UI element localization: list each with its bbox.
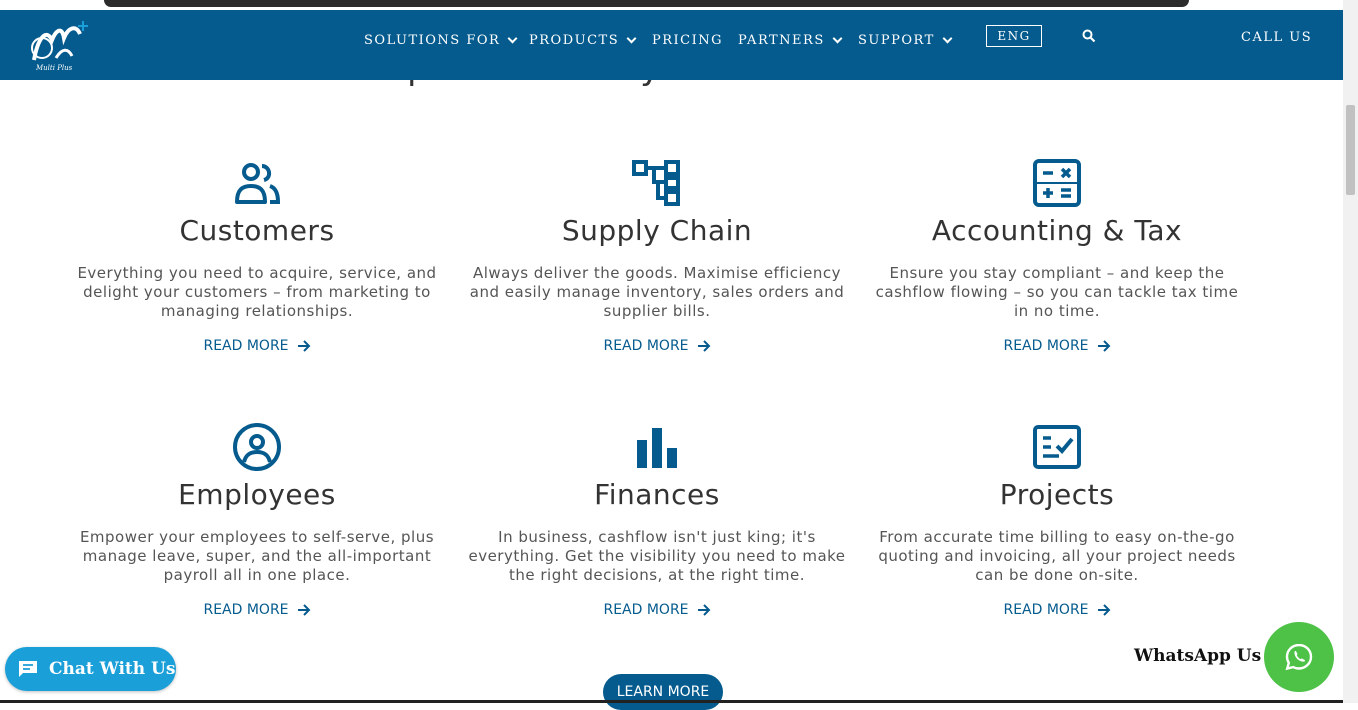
card-title: Projects <box>999 478 1115 511</box>
card-description: Everything you need to acquire, service,… <box>77 264 437 320</box>
nav-partners[interactable]: PARTNERS <box>738 30 843 50</box>
read-more-link[interactable]: READ MORE <box>457 602 857 618</box>
read-more-link[interactable]: READ MORE <box>457 338 857 354</box>
arrow-right-icon <box>297 604 310 616</box>
card-title: Accounting & Tax <box>931 214 1183 247</box>
chevron-down-icon <box>942 33 953 43</box>
card-title: Supply Chain <box>561 214 753 247</box>
scrollbar-thumb[interactable] <box>1346 105 1355 195</box>
language-selector[interactable]: ENG <box>986 25 1042 47</box>
chevron-down-icon <box>832 33 843 43</box>
whatsapp-icon <box>1285 643 1313 671</box>
read-more-link[interactable]: READ MORE <box>857 338 1257 354</box>
page-scrollbar[interactable] <box>1343 0 1358 703</box>
call-us-link[interactable]: CALL US <box>1241 30 1312 45</box>
card-title: Customers <box>179 214 335 247</box>
card-description: Ensure you stay compliant – and keep the… <box>875 264 1239 320</box>
arrow-right-icon <box>297 340 310 352</box>
workflow-icon <box>632 158 682 208</box>
browser-top-strip <box>0 0 1358 10</box>
read-more-label: READ MORE <box>603 602 689 618</box>
read-more-link[interactable]: READ MORE <box>57 338 457 354</box>
card-title: Finances <box>594 478 720 511</box>
chat-label: Chat With Us <box>49 659 176 679</box>
arrow-right-icon <box>1097 604 1110 616</box>
user-circle-icon <box>232 422 282 472</box>
read-more-label: READ MORE <box>203 338 289 354</box>
arrow-right-icon <box>1097 340 1110 352</box>
nav-label: PARTNERS <box>738 32 825 48</box>
chat-with-us-button[interactable]: Chat With Us <box>5 647 176 691</box>
chevron-down-icon <box>507 33 518 43</box>
nav-products[interactable]: PRODUCTS <box>529 30 637 50</box>
nav-label: SOLUTIONS FOR <box>364 32 501 48</box>
checklist-icon <box>1032 422 1082 472</box>
nav-label: SUPPORT <box>858 32 935 48</box>
arrow-right-icon <box>697 604 710 616</box>
card-title: Employees <box>178 478 336 511</box>
read-more-label: READ MORE <box>1003 602 1089 618</box>
chevron-down-icon <box>626 33 637 43</box>
logo-text: Multi Plus <box>36 64 73 72</box>
read-more-label: READ MORE <box>1003 338 1089 354</box>
learn-more-button[interactable]: LEARN MORE <box>603 674 723 710</box>
read-more-link[interactable]: READ MORE <box>57 602 457 618</box>
nav-support[interactable]: SUPPORT <box>858 30 953 50</box>
bar-chart-icon <box>632 422 682 472</box>
search-icon[interactable] <box>1082 28 1096 43</box>
users-icon <box>232 158 282 208</box>
whatsapp-label[interactable]: WhatsApp Us <box>1134 646 1261 666</box>
nav-pricing[interactable]: PRICING <box>652 30 723 50</box>
card-description: From accurate time billing to easy on-th… <box>878 528 1236 584</box>
calculator-icon <box>1032 158 1082 208</box>
top-navbar: Multi Plus SOLUTIONS FOR PRODUCTS PRICIN… <box>0 10 1343 80</box>
nav-solutions-for[interactable]: SOLUTIONS FOR <box>364 30 518 50</box>
whatsapp-button[interactable] <box>1264 622 1334 692</box>
nav-label: PRODUCTS <box>529 32 620 48</box>
card-description: Always deliver the goods. Maximise effic… <box>469 264 845 320</box>
card-description: Empower your employees to self-serve, pl… <box>79 528 435 584</box>
read-more-label: READ MORE <box>203 602 289 618</box>
card-description: In business, cashflow isn't just king; i… <box>468 528 846 584</box>
arrow-right-icon <box>697 340 710 352</box>
chat-bubble-icon <box>19 661 37 677</box>
read-more-label: READ MORE <box>603 338 689 354</box>
read-more-link[interactable]: READ MORE <box>857 602 1257 618</box>
nav-label: PRICING <box>652 32 724 48</box>
